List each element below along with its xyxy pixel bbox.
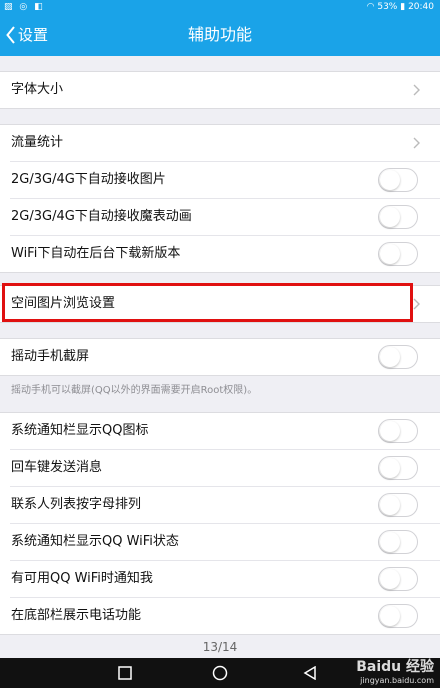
- toggle-switch[interactable]: [378, 530, 418, 554]
- recents-button[interactable]: [110, 658, 140, 688]
- watermark-brand: Baidu 经验: [356, 659, 434, 675]
- toggle-knob: [380, 421, 400, 441]
- toggle-knob: [380, 606, 400, 626]
- clock: 20:40: [408, 2, 434, 12]
- setting-shake-screenshot: 摇动手机截屏: [10, 339, 440, 375]
- watermark: Baidu 经验 jingyan.baidu.com: [356, 660, 434, 688]
- setting-traffic-stats[interactable]: 流量统计: [10, 125, 440, 162]
- setting-notify-qq-wifi-available: 有可用QQ WiFi时通知我: [10, 561, 440, 598]
- setting-font-size[interactable]: 字体大小: [10, 72, 440, 108]
- setting-label: WiFi下自动在后台下载新版本: [11, 246, 181, 261]
- toggle-knob: [380, 532, 400, 552]
- setting-auto-receive-magic-emoji: 2G/3G/4G下自动接收魔表动画: [10, 199, 440, 236]
- setting-bottom-bar-phone: 在底部栏展示电话功能: [10, 598, 440, 634]
- settings-group-general: 系统通知栏显示QQ图标 回车键发送消息 联系人列表按字母排列 系统通知栏显示QQ…: [0, 412, 440, 635]
- chevron-left-icon: [6, 26, 15, 44]
- toggle-switch[interactable]: [378, 345, 418, 369]
- setting-label: 2G/3G/4G下自动接收图片: [11, 172, 166, 187]
- setting-contacts-alphabetical: 联系人列表按字母排列: [10, 487, 440, 524]
- settings-group-shake: 摇动手机截屏: [0, 338, 440, 376]
- back-nav-button[interactable]: [295, 658, 325, 688]
- toggle-knob: [380, 347, 400, 367]
- back-button[interactable]: 设置: [6, 14, 48, 56]
- setting-label: 2G/3G/4G下自动接收魔表动画: [11, 209, 192, 224]
- circle-icon: [212, 665, 228, 681]
- setting-wifi-background-download: WiFi下自动在后台下载新版本: [10, 236, 440, 272]
- toggle-knob: [380, 170, 400, 190]
- nav-bar: 设置 辅助功能: [0, 14, 440, 56]
- toggle-knob: [380, 458, 400, 478]
- status-bar: ▨ ◎ ◧ ◠ 53% ▮ 20:40: [0, 0, 440, 14]
- wifi-icon: ◠: [366, 2, 378, 12]
- setting-label: 系统通知栏显示QQ WiFi状态: [11, 534, 179, 549]
- status-right: ◠ 53% ▮ 20:40: [367, 0, 434, 14]
- setting-label: 联系人列表按字母排列: [11, 497, 142, 512]
- square-icon: [118, 666, 132, 680]
- toggle-switch[interactable]: [378, 604, 418, 628]
- setting-label: 系统通知栏显示QQ图标: [11, 423, 149, 438]
- toggle-knob: [380, 207, 400, 227]
- setting-label: 在底部栏展示电话功能: [11, 608, 142, 623]
- toggle-switch[interactable]: [378, 168, 418, 192]
- settings-group-traffic: 流量统计 2G/3G/4G下自动接收图片 2G/3G/4G下自动接收魔表动画 W…: [0, 124, 440, 273]
- setting-label: 摇动手机截屏: [11, 349, 90, 364]
- toggle-switch[interactable]: [378, 456, 418, 480]
- setting-label: 回车键发送消息: [11, 460, 103, 475]
- toggle-knob: [380, 569, 400, 589]
- toggle-switch[interactable]: [378, 493, 418, 517]
- settings-group-qzone: 空间图片浏览设置: [0, 285, 440, 323]
- setting-qzone-image-browse[interactable]: 空间图片浏览设置: [10, 286, 440, 322]
- toggle-knob: [380, 244, 400, 264]
- toggle-switch[interactable]: [378, 419, 418, 443]
- battery-level: 53%: [377, 2, 398, 12]
- shake-note: 摇动手机可以截屏(QQ以外的界面需要开启Root权限)。: [11, 385, 258, 396]
- page-indicator: 13/14: [202, 640, 238, 654]
- watermark-url: jingyan.baidu.com: [360, 676, 434, 685]
- toggle-switch[interactable]: [378, 242, 418, 266]
- setting-auto-receive-images: 2G/3G/4G下自动接收图片: [10, 162, 440, 199]
- setting-notification-qq-icon: 系统通知栏显示QQ图标: [10, 413, 440, 450]
- settings-group-font: 字体大小: [0, 71, 440, 109]
- back-label: 设置: [18, 26, 49, 44]
- toggle-knob: [380, 495, 400, 515]
- toggle-switch[interactable]: [378, 205, 418, 229]
- chevron-right-icon: [413, 84, 420, 96]
- triangle-back-icon: [303, 666, 316, 680]
- page-title: 辅助功能: [187, 25, 252, 44]
- setting-label: 有可用QQ WiFi时通知我: [11, 571, 153, 586]
- toggle-switch[interactable]: [378, 567, 418, 591]
- setting-label: 字体大小: [11, 82, 64, 97]
- chevron-right-icon: [413, 298, 420, 310]
- status-notification-icons: ▨ ◎ ◧: [4, 2, 45, 12]
- setting-enter-to-send: 回车键发送消息: [10, 450, 440, 487]
- home-button[interactable]: [205, 658, 235, 688]
- setting-label: 空间图片浏览设置: [11, 296, 116, 311]
- chevron-right-icon: [413, 137, 420, 149]
- battery-icon: ▮: [400, 2, 409, 12]
- setting-notification-qq-wifi: 系统通知栏显示QQ WiFi状态: [10, 524, 440, 561]
- setting-label: 流量统计: [11, 135, 64, 150]
